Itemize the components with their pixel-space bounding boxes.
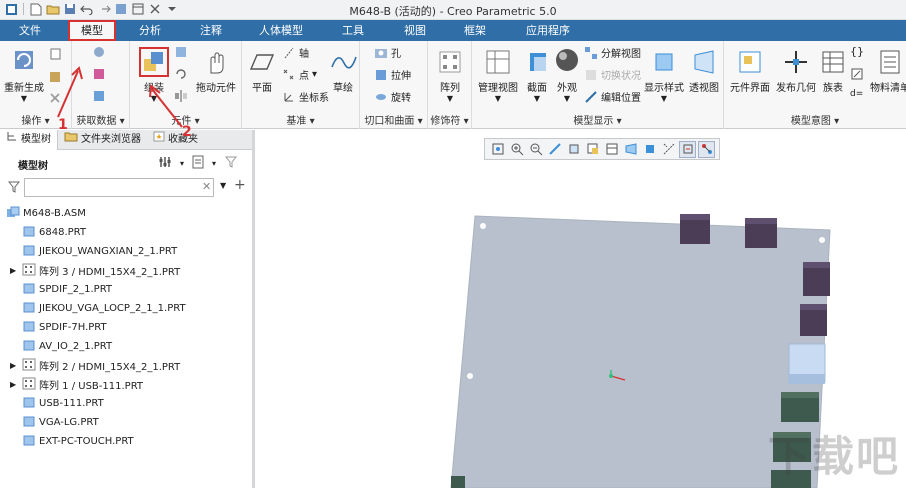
- settings-icon[interactable]: [158, 155, 172, 172]
- tree-item-part[interactable]: SPDIF-7H.PRT: [22, 318, 107, 337]
- window-title: M648-B (活动的) - Creo Parametric 5.0: [349, 5, 557, 18]
- tree-item-part[interactable]: JIEKOU_VGA_LOCP_2_1_1.PRT: [22, 299, 186, 318]
- tree-item-part[interactable]: 6848.PRT: [22, 223, 86, 242]
- clear-search-icon[interactable]: ✕: [202, 180, 211, 193]
- tab-analysis[interactable]: 分析: [122, 20, 178, 41]
- part-icon: [22, 320, 36, 336]
- tab-annotate[interactable]: 注释: [184, 20, 238, 41]
- funnel-icon: [7, 181, 21, 196]
- part-icon: [22, 225, 36, 241]
- model-tree-title: 模型树: [18, 161, 48, 172]
- av-io-connector: [788, 343, 826, 384]
- assembly-icon: [6, 206, 20, 222]
- part-icon: [22, 434, 36, 450]
- hdmi-connector: [680, 214, 710, 244]
- part-icon: [22, 244, 36, 260]
- ext-touch-connector: [451, 476, 465, 488]
- tutorial-arrow-overlay: [57, 66, 183, 128]
- tab-view[interactable]: 视图: [388, 20, 442, 41]
- mounting-hole: [819, 237, 825, 243]
- settings-dropdown-icon[interactable]: ▾: [180, 159, 184, 168]
- hdmi-connector: [745, 218, 777, 248]
- add-filter-icon[interactable]: +: [234, 177, 246, 193]
- expand-arrow-icon[interactable]: ▶: [10, 361, 22, 370]
- tree-search-input[interactable]: [24, 178, 214, 197]
- pattern-icon: [22, 358, 36, 374]
- tree-item-part[interactable]: AV_IO_2_1.PRT: [22, 337, 112, 356]
- part-icon: [22, 301, 36, 317]
- navigator-tabs: 模型树 文件夹浏览器 收藏夹: [0, 130, 252, 150]
- tab-manikin[interactable]: 人体模型: [244, 20, 318, 41]
- tab-folder-browser[interactable]: 文件夹浏览器: [58, 130, 147, 150]
- part-icon: [22, 415, 36, 431]
- model-tree-list: M648-B.ASM 6848.PRT JIEKOU_WANGXIAN_2_1.…: [0, 203, 252, 488]
- expand-arrow-icon[interactable]: ▶: [10, 380, 22, 389]
- folder-icon: [64, 130, 78, 150]
- tab-applications[interactable]: 应用程序: [508, 20, 588, 41]
- tree-item-root[interactable]: M648-B.ASM: [6, 204, 86, 223]
- mounting-hole: [467, 373, 473, 379]
- tab-favorites[interactable]: 收藏夹: [147, 130, 204, 150]
- part-icon: [22, 339, 36, 355]
- ribbon-tab-bar: 文件 模型 分析 注释 人体模型 工具 视图 框架 应用程序: [0, 20, 906, 41]
- tab-model[interactable]: 模型: [68, 20, 116, 41]
- tab-file[interactable]: 文件: [0, 20, 60, 41]
- model-tree-header: 模型树 ▾ ▾: [0, 151, 252, 175]
- ribbon: 重新生成 ▼ 操作 ▾ 获取数据 ▾ 组装 ▼ 拖动元件 元件 ▾ 平面 轴 点…: [0, 41, 906, 133]
- title-bar: M648-B (活动的) - Creo Parametric 5.0: [0, 0, 906, 20]
- tree-item-pattern[interactable]: ▶ 阵列 1 / USB-111.PRT: [10, 375, 143, 394]
- tree-item-pattern[interactable]: ▶ 阵列 3 / HDMI_15X4_2_1.PRT: [10, 261, 180, 280]
- tab-tools[interactable]: 工具: [326, 20, 380, 41]
- graphics-window[interactable]: 下载吧: [255, 130, 906, 488]
- part-icon: [22, 282, 36, 298]
- search-dropdown-icon[interactable]: ▼: [220, 181, 226, 190]
- watermark-text: 下载吧: [767, 432, 900, 481]
- show-icon[interactable]: [192, 155, 204, 172]
- part-icon: [22, 396, 36, 412]
- tree-item-pattern[interactable]: ▶ 阵列 2 / HDMI_15X4_2_1.PRT: [10, 356, 180, 375]
- tab-model-tree[interactable]: 模型树: [0, 130, 58, 150]
- expand-arrow-icon[interactable]: ▶: [10, 266, 22, 275]
- favorites-icon: [153, 130, 165, 150]
- usb-connector: [781, 392, 819, 422]
- annotation-number-2: 2: [182, 124, 192, 140]
- tree-item-part[interactable]: EXT-PC-TOUCH.PRT: [22, 432, 134, 451]
- tree-search-row: ✕ ▼ +: [0, 176, 252, 200]
- tree-item-part[interactable]: SPDIF_2_1.PRT: [22, 280, 112, 299]
- tab-framework[interactable]: 框架: [448, 20, 502, 41]
- model-tree-icon: [6, 130, 18, 150]
- tree-item-part[interactable]: USB-111.PRT: [22, 394, 104, 413]
- show-dropdown-icon[interactable]: ▾: [212, 159, 216, 168]
- tree-filter-icon[interactable]: [224, 155, 238, 172]
- tree-item-part[interactable]: VGA-LG.PRT: [22, 413, 99, 432]
- pattern-icon: [22, 263, 36, 279]
- tree-item-part[interactable]: JIEKOU_WANGXIAN_2_1.PRT: [22, 242, 177, 261]
- spdif-connector: [800, 304, 827, 336]
- mounting-hole: [480, 223, 486, 229]
- spdif-connector: [803, 262, 830, 296]
- pattern-icon: [22, 377, 36, 393]
